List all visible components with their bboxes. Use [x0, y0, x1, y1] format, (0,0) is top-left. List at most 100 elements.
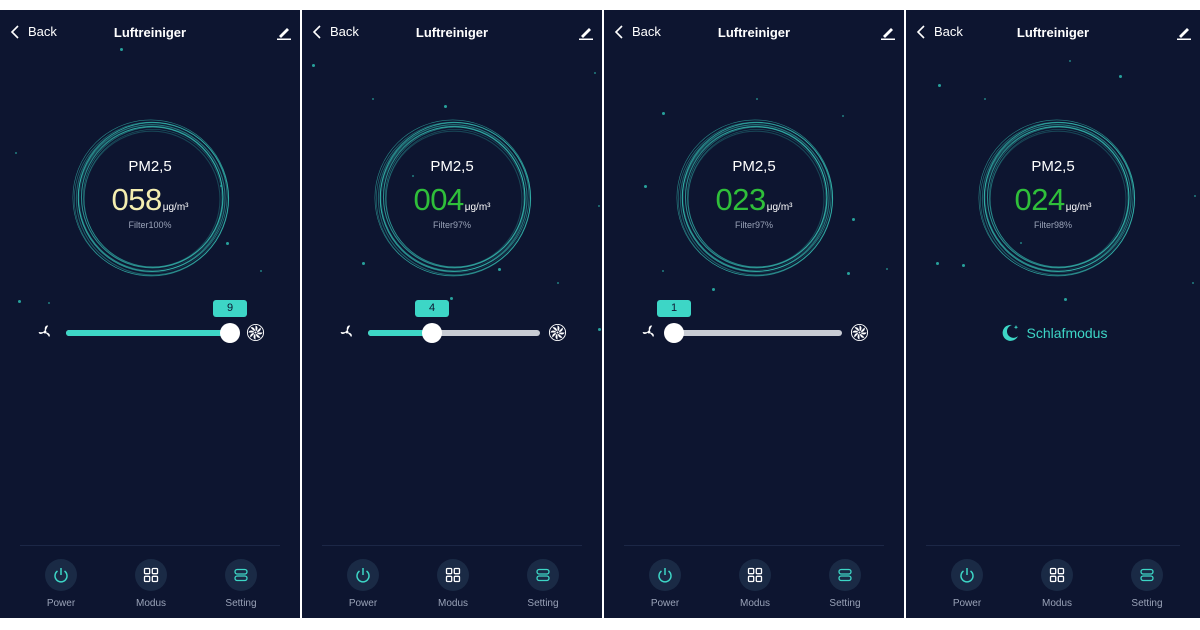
app-screen-1: Back Luftreiniger PM2,5 058μg/m³ Filter1… — [0, 10, 300, 618]
star-dot — [842, 115, 844, 117]
settings-icon — [225, 559, 257, 591]
star-dot — [312, 64, 315, 67]
slider-thumb[interactable] — [422, 323, 442, 343]
nav-label: Power — [650, 598, 680, 609]
divider — [926, 545, 1180, 546]
fan-low-icon[interactable] — [36, 323, 54, 341]
grid-icon — [437, 559, 469, 591]
fan-speed-slider[interactable]: 9 — [66, 300, 247, 343]
star-dot — [712, 288, 715, 291]
nav-setting[interactable]: Setting — [211, 559, 271, 609]
star-dot — [594, 72, 596, 74]
nav-modus[interactable]: Modus — [423, 559, 483, 609]
fan-speed-slider[interactable]: 1 — [657, 300, 842, 343]
star-dot — [598, 328, 601, 331]
fan-high-icon[interactable] — [548, 323, 567, 342]
bottom-nav: Power Modus Setting — [302, 559, 602, 618]
nav-label: Modus — [1041, 598, 1072, 609]
speed-bubble: 9 — [213, 300, 247, 317]
app-screen-4: Back Luftreiniger PM2,5 024μg/m³ Filter9… — [906, 10, 1200, 618]
pm-label: PM2,5 — [430, 158, 474, 175]
star-dot — [756, 98, 758, 100]
app-screen-3: Back Luftreiniger PM2,5 023μg/m³ Filter9… — [604, 10, 904, 618]
moon-icon — [1002, 324, 1018, 341]
star-dot — [598, 205, 600, 207]
top-bar: Back Luftreiniger — [302, 10, 602, 56]
star-dot — [120, 48, 123, 51]
nav-power[interactable]: Power — [31, 559, 91, 609]
fan-speed-control: 4 — [302, 300, 602, 346]
slider-fill — [66, 330, 232, 336]
top-bar: Back Luftreiniger — [906, 10, 1200, 56]
pm-reading: 004μg/m³ — [302, 182, 602, 218]
pm-value: 023 — [715, 182, 767, 217]
star-dot — [936, 262, 939, 265]
star-dot — [1020, 242, 1022, 244]
page-title: Luftreiniger — [113, 25, 187, 40]
bottom-nav: Power Modus Setting — [906, 559, 1200, 618]
star-dot — [1194, 195, 1196, 197]
pm-label: PM2,5 — [1031, 158, 1075, 175]
nav-setting[interactable]: Setting — [1117, 559, 1177, 609]
bottom-nav: Power Modus Setting — [0, 559, 300, 618]
edit-pencil-icon[interactable] — [276, 24, 292, 40]
nav-modus[interactable]: Modus — [121, 559, 181, 609]
nav-power[interactable]: Power — [333, 559, 393, 609]
sleep-mode-button[interactable]: Schlafmodus — [906, 322, 1200, 344]
sleep-mode-label: Schlafmodus — [1026, 325, 1108, 341]
settings-icon — [829, 559, 861, 591]
pm-unit: μg/m³ — [464, 202, 491, 213]
fan-low-icon[interactable] — [338, 323, 356, 341]
nav-label: Setting — [1131, 598, 1163, 609]
star-dot — [18, 300, 21, 303]
grid-icon — [739, 559, 771, 591]
top-bar: Back Luftreiniger — [604, 10, 904, 56]
pm-value: 024 — [1014, 182, 1066, 217]
slider-thumb[interactable] — [220, 323, 240, 343]
star-dot — [644, 185, 647, 188]
edit-pencil-icon[interactable] — [880, 24, 896, 40]
power-icon — [649, 559, 681, 591]
fan-speed-control: 1 — [604, 300, 904, 346]
star-dot — [1119, 75, 1122, 78]
divider — [322, 545, 582, 546]
nav-label: Power — [952, 598, 982, 609]
pm-unit: μg/m³ — [766, 202, 793, 213]
slider-thumb[interactable] — [664, 323, 684, 343]
pm-value: 004 — [413, 182, 465, 217]
edit-pencil-icon[interactable] — [1176, 24, 1192, 40]
edit-pencil-icon[interactable] — [578, 24, 594, 40]
nav-label: Modus — [739, 598, 770, 609]
pm-reading: 023μg/m³ — [604, 182, 904, 218]
star-dot — [412, 175, 414, 177]
fan-speed-slider[interactable]: 4 — [368, 300, 540, 343]
nav-modus[interactable]: Modus — [1027, 559, 1087, 609]
fan-speed-control: 9 — [0, 300, 300, 346]
star-dot — [984, 98, 986, 100]
nav-power[interactable]: Power — [635, 559, 695, 609]
pm-value: 058 — [111, 182, 163, 217]
page-title: Luftreiniger — [1016, 25, 1090, 40]
nav-modus[interactable]: Modus — [725, 559, 785, 609]
filter-status: Filter98% — [1033, 220, 1072, 230]
divider — [624, 545, 884, 546]
fan-low-icon[interactable] — [640, 323, 658, 341]
star-dot — [886, 268, 888, 270]
star-dot — [220, 185, 222, 187]
nav-label: Setting — [829, 598, 861, 609]
power-icon — [951, 559, 983, 591]
filter-status: Filter100% — [128, 220, 172, 230]
nav-setting[interactable]: Setting — [815, 559, 875, 609]
star-dot — [498, 268, 501, 271]
pm-unit: μg/m³ — [162, 202, 189, 213]
fan-high-icon[interactable] — [850, 323, 869, 342]
filter-status: Filter97% — [734, 220, 773, 230]
nav-label: Setting — [527, 598, 559, 609]
star-dot — [372, 98, 374, 100]
nav-setting[interactable]: Setting — [513, 559, 573, 609]
pm-reading: 058μg/m³ — [0, 182, 300, 218]
fan-high-icon[interactable] — [246, 323, 265, 342]
nav-power[interactable]: Power — [937, 559, 997, 609]
star-dot — [260, 270, 262, 272]
star-dot — [1069, 60, 1071, 62]
